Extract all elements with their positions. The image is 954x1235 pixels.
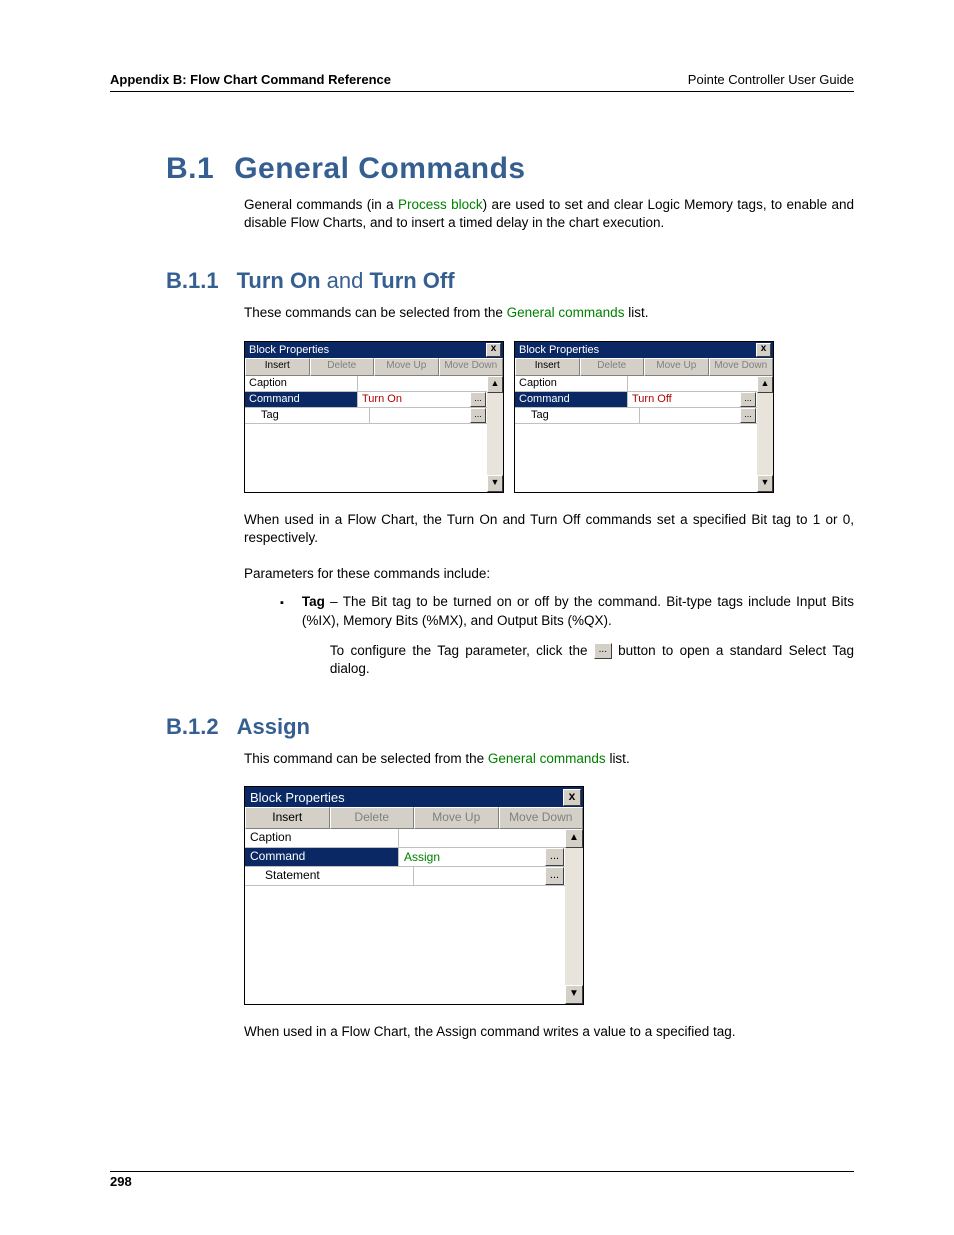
dialog-titlebar[interactable]: Block Properties x <box>245 787 583 807</box>
ellipsis-button[interactable]: ... <box>545 848 564 866</box>
property-name: Caption <box>245 376 358 391</box>
table-row[interactable]: Command Turn Off... <box>515 392 757 408</box>
link-general-commands[interactable]: General commands <box>488 751 606 766</box>
subsection-title: Turn On and Turn Off <box>237 268 455 294</box>
ellipsis-button[interactable]: ... <box>470 392 486 407</box>
property-name: Command <box>245 392 358 407</box>
ellipsis-button[interactable]: ... <box>545 867 564 885</box>
subsection-number: B.1.1 <box>166 268 219 294</box>
block-properties-dialog-turnoff: Block Properties x Insert Delete Move Up… <box>514 341 774 493</box>
close-icon[interactable]: x <box>756 343 771 357</box>
bullet-icon: ▪ <box>280 596 284 678</box>
property-name: Tag <box>245 408 370 423</box>
block-properties-dialog-assign: Block Properties x Insert Delete Move Up… <box>244 786 584 1005</box>
ellipsis-button[interactable]: ... <box>740 392 756 407</box>
delete-button[interactable]: Delete <box>580 358 645 376</box>
header-left: Appendix B: Flow Chart Command Reference <box>110 72 391 87</box>
scrollbar[interactable]: ▲ ▼ <box>487 376 503 492</box>
paragraph: When used in a Flow Chart, the Turn On a… <box>244 511 854 547</box>
property-grid: Caption Command Turn On... Tag ... ▲ <box>245 376 503 492</box>
scroll-down-icon[interactable]: ▼ <box>757 475 773 492</box>
subsection-title: Assign <box>237 714 310 740</box>
link-process-block[interactable]: Process block <box>398 197 483 212</box>
header-right: Pointe Controller User Guide <box>688 72 854 87</box>
param-name: Tag <box>302 594 325 609</box>
move-up-button[interactable]: Move Up <box>414 807 499 829</box>
table-row[interactable]: Caption <box>515 376 757 392</box>
table-row[interactable]: Statement ... <box>245 867 565 886</box>
ellipsis-button-inline[interactable]: ... <box>594 643 612 659</box>
subsection-heading: B.1.1 Turn On and Turn Off <box>166 268 854 294</box>
table-row[interactable]: Command Turn On... <box>245 392 487 408</box>
link-select-tag[interactable]: Select Tag <box>789 643 854 658</box>
paragraph: Parameters for these commands include: <box>244 565 854 583</box>
subsection-number: B.1.2 <box>166 714 219 740</box>
dialog-title: Block Properties <box>519 344 599 356</box>
scrollbar[interactable]: ▲ ▼ <box>757 376 773 492</box>
property-name: Statement <box>245 867 414 885</box>
block-properties-dialog-turnon: Block Properties x Insert Delete Move Up… <box>244 341 504 493</box>
table-row[interactable]: Command Assign... <box>245 848 565 867</box>
list-item: ▪ Tag – The Bit tag to be turned on or o… <box>280 593 854 678</box>
paragraph: General commands (in a Process block) ar… <box>244 196 854 232</box>
scroll-up-icon[interactable]: ▲ <box>487 376 503 393</box>
insert-button[interactable]: Insert <box>245 358 310 376</box>
property-name: Caption <box>515 376 628 391</box>
ellipsis-button[interactable]: ... <box>470 408 486 423</box>
delete-button[interactable]: Delete <box>310 358 375 376</box>
property-name: Command <box>245 848 399 866</box>
page-header: Appendix B: Flow Chart Command Reference… <box>110 72 854 92</box>
property-value: Turn On <box>362 392 402 406</box>
move-down-button[interactable]: Move Down <box>709 358 774 376</box>
page-number: 298 <box>110 1174 132 1189</box>
table-row[interactable]: Tag ... <box>515 408 757 424</box>
property-grid: Caption Command Assign... Statement ... … <box>245 829 583 1004</box>
property-value: Assign <box>404 849 440 866</box>
scrollbar[interactable]: ▲ ▼ <box>565 829 583 1004</box>
property-name: Tag <box>515 408 640 423</box>
page-footer: 298 <box>110 1171 854 1189</box>
dialog-titlebar[interactable]: Block Properties x <box>245 342 503 358</box>
table-row[interactable]: Caption <box>245 376 487 392</box>
property-grid: Caption Command Turn Off... Tag ... ▲ <box>515 376 773 492</box>
subsection-heading: B.1.2 Assign <box>166 714 854 740</box>
paragraph: This command can be selected from the Ge… <box>244 750 854 768</box>
paragraph: These commands can be selected from the … <box>244 304 854 322</box>
move-down-button[interactable]: Move Down <box>499 807 584 829</box>
delete-button[interactable]: Delete <box>330 807 415 829</box>
insert-button[interactable]: Insert <box>515 358 580 376</box>
scroll-up-icon[interactable]: ▲ <box>565 829 583 848</box>
dialog-title: Block Properties <box>250 790 345 805</box>
dialog-titlebar[interactable]: Block Properties x <box>515 342 773 358</box>
table-row[interactable]: Caption <box>245 829 565 848</box>
section-number: B.1 <box>166 152 214 186</box>
move-up-button[interactable]: Move Up <box>374 358 439 376</box>
scroll-down-icon[interactable]: ▼ <box>565 985 583 1004</box>
scroll-up-icon[interactable]: ▲ <box>757 376 773 393</box>
close-icon[interactable]: x <box>563 789 581 806</box>
section-title: General Commands <box>234 152 525 186</box>
close-icon[interactable]: x <box>486 343 501 357</box>
move-down-button[interactable]: Move Down <box>439 358 504 376</box>
insert-button[interactable]: Insert <box>245 807 330 829</box>
scroll-down-icon[interactable]: ▼ <box>487 475 503 492</box>
table-row[interactable]: Tag ... <box>245 408 487 424</box>
link-general-commands[interactable]: General commands <box>507 305 625 320</box>
property-name: Command <box>515 392 628 407</box>
property-value: Turn Off <box>632 392 672 406</box>
ellipsis-button[interactable]: ... <box>740 408 756 423</box>
property-name: Caption <box>245 829 399 847</box>
paragraph: When used in a Flow Chart, the Assign co… <box>244 1023 854 1041</box>
dialog-title: Block Properties <box>249 344 329 356</box>
section-heading: B.1 General Commands <box>166 152 854 186</box>
move-up-button[interactable]: Move Up <box>644 358 709 376</box>
